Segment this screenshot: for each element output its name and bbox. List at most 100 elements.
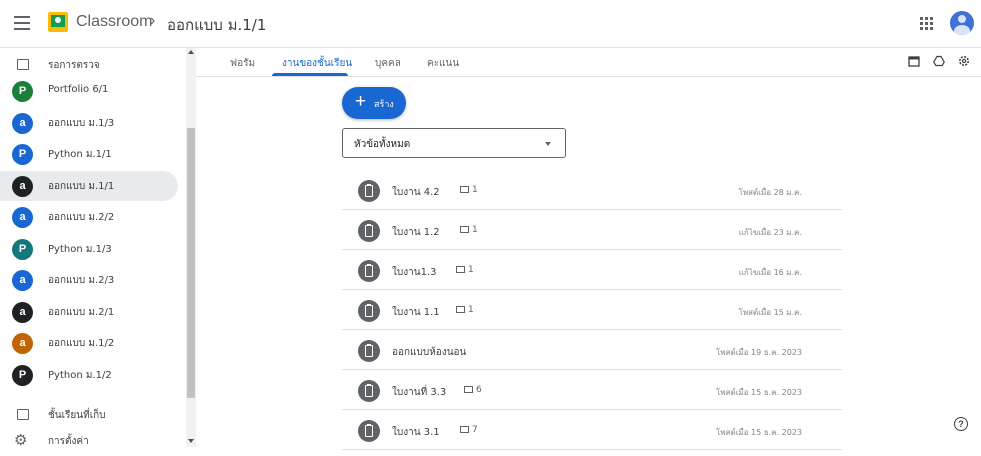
sidebar-item-label: Python ม.1/3 [48, 243, 112, 255]
sidebar-item-label: ออกแบบ ม.2/3 [48, 275, 115, 286]
class-avatar: P [12, 81, 33, 102]
plus-icon: + [355, 91, 367, 112]
sidebar-item-class[interactable]: P Portfolio 6/1 [0, 76, 178, 106]
dropdown-arrow-icon [545, 142, 551, 146]
assignment-icon [358, 180, 380, 202]
topic-filter-value: หัวข้อทั้งหมด [354, 139, 411, 150]
classwork-item[interactable]: ออกแบบห้องนอน โพสต์เมื่อ 19 ธ.ค. 2023 [342, 332, 842, 370]
classwork-item[interactable]: ใบงาน 4.2 1 โพสต์เมื่อ 28 ม.ค. [342, 172, 842, 210]
assignment-icon [358, 260, 380, 282]
create-button-label: สร้าง [374, 100, 394, 110]
comment-icon [456, 306, 465, 313]
sidebar-item-class[interactable]: P Python ม.1/2 [0, 360, 178, 390]
classwork-item-date: โพสต์เมื่อ 28 ม.ค. [738, 188, 802, 197]
sidebar-item-class[interactable]: a ออกแบบ ม.1/2 [0, 328, 178, 358]
row-divider [342, 289, 842, 290]
comment-count-value: 7 [472, 425, 478, 435]
class-avatar: a [12, 301, 33, 323]
sidebar-item-class[interactable]: a ออกแบบ ม.2/3 [0, 265, 178, 295]
classwork-item-date: แก้ไขเมื่อ 23 ม.ค. [738, 228, 802, 237]
classwork-item-date: โพสต์เมื่อ 19 ธ.ค. 2023 [716, 348, 802, 357]
sidebar-item-label: Python ม.1/1 [48, 149, 112, 160]
help-icon[interactable]: ? [954, 417, 968, 431]
tab-classwork[interactable]: งานของชั้นเรียน [282, 56, 352, 71]
comment-icon [460, 426, 469, 433]
assignment-icon [358, 340, 380, 362]
sidebar-item-label: Python ม.1/2 [48, 369, 112, 381]
sidebar-item-label: รอการตรวจ [48, 60, 100, 71]
sidebar-scrollbar[interactable] [186, 48, 196, 447]
classwork-item-title: ใบงาน 4.2 [392, 187, 440, 198]
sidebar-item-settings[interactable]: ⚙ การตั้งค่า [0, 426, 178, 456]
class-avatar: a [12, 207, 33, 228]
class-avatar: a [12, 175, 33, 197]
sidebar-item-class[interactable]: a ออกแบบ ม.1/1 [0, 170, 178, 201]
sidebar-item-label: ชั้นเรียนที่เก็บ [48, 410, 106, 421]
row-divider [342, 369, 842, 370]
sidebar-item-class[interactable]: a ออกแบบ ม.2/1 [0, 297, 178, 327]
settings-gear-icon[interactable] [958, 55, 970, 67]
class-avatar: P [12, 238, 33, 260]
account-avatar[interactable] [950, 11, 974, 35]
tab-people[interactable]: บุคคล [375, 56, 401, 71]
scroll-down-arrow-icon[interactable] [188, 439, 194, 443]
archive-icon [17, 409, 29, 420]
comment-count: 1 [456, 305, 474, 315]
sidebar-item-class[interactable]: a ออกแบบ ม.2/2 [0, 202, 178, 232]
comment-count-value: 1 [468, 305, 474, 315]
app-title[interactable]: Classroom [76, 13, 152, 31]
gear-icon: ⚙ [14, 431, 28, 449]
comment-count-value: 1 [472, 225, 478, 235]
sidebar-item-label: ออกแบบ ม.1/3 [48, 117, 115, 129]
classwork-item-date: โพสต์เมื่อ 15 ธ.ค. 2023 [716, 428, 802, 437]
sidebar-item-class[interactable]: P Python ม.1/1 [0, 139, 178, 169]
comment-count: 1 [460, 225, 478, 235]
comment-icon [460, 186, 469, 193]
row-divider [342, 209, 842, 210]
google-apps-icon[interactable] [920, 17, 934, 31]
comment-count: 1 [456, 265, 474, 275]
active-tab-indicator [272, 73, 348, 76]
menu-icon[interactable] [14, 16, 30, 30]
assignment-icon [358, 220, 380, 242]
tab-grades[interactable]: คะแนน [427, 56, 459, 71]
classwork-item[interactable]: ใบงาน 1.2 1 แก้ไขเมื่อ 23 ม.ค. [342, 212, 842, 250]
sidebar-item-class[interactable]: P Python ม.1/3 [0, 234, 178, 264]
comment-count-value: 1 [472, 185, 478, 195]
comment-count: 6 [464, 385, 482, 395]
row-divider [342, 329, 842, 330]
class-tabs: ฟอรัม งานของชั้นเรียน บุคคล คะแนน [196, 48, 981, 77]
scroll-up-arrow-icon[interactable] [188, 50, 194, 54]
classwork-item-title: ใบงานที่ 3.3 [392, 387, 447, 398]
comment-count: 7 [460, 425, 478, 435]
calendar-icon[interactable] [908, 55, 920, 67]
create-button[interactable]: + สร้าง [342, 87, 406, 119]
top-app-bar: Classroom › ออกแบบ ม.1/1 [0, 0, 981, 48]
row-divider [342, 449, 842, 450]
class-avatar: a [12, 112, 33, 134]
classroom-logo[interactable] [48, 12, 68, 32]
classwork-item[interactable]: ใบงาน 1.1 1 โพสต์เมื่อ 15 ม.ค. [342, 292, 842, 330]
classwork-item-title: ออกแบบห้องนอน [392, 347, 467, 358]
breadcrumb-class-name[interactable]: ออกแบบ ม.1/1 [167, 13, 266, 37]
sidebar-item-label: ออกแบบ ม.1/1 [48, 180, 115, 192]
drive-folder-icon[interactable] [933, 55, 945, 67]
row-divider [342, 409, 842, 410]
topic-filter-select[interactable]: หัวข้อทั้งหมด [342, 128, 566, 158]
sidebar-item-label: ออกแบบ ม.2/2 [48, 212, 115, 223]
sidebar-item-class[interactable]: a ออกแบบ ม.1/3 [0, 108, 178, 138]
tab-stream[interactable]: ฟอรัม [230, 56, 255, 71]
row-divider [342, 249, 842, 250]
scrollbar-thumb[interactable] [187, 128, 195, 398]
classwork-item-date: แก้ไขเมื่อ 16 ม.ค. [738, 268, 802, 277]
classwork-item[interactable]: ใบงานที่ 3.3 6 โพสต์เมื่อ 15 ธ.ค. 2023 [342, 372, 842, 410]
classwork-item[interactable]: ใบงาน1.3 1 แก้ไขเมื่อ 16 ม.ค. [342, 252, 842, 290]
comment-count-value: 1 [468, 265, 474, 275]
assignment-icon [358, 300, 380, 322]
inbox-icon [17, 59, 29, 70]
breadcrumb-separator: › [150, 12, 156, 29]
comment-count: 1 [460, 185, 478, 195]
sidebar-item-label: ออกแบบ ม.2/1 [48, 306, 115, 318]
classwork-item[interactable]: ใบงาน 3.1 7 โพสต์เมื่อ 15 ธ.ค. 2023 [342, 412, 842, 450]
comment-icon [464, 386, 473, 393]
